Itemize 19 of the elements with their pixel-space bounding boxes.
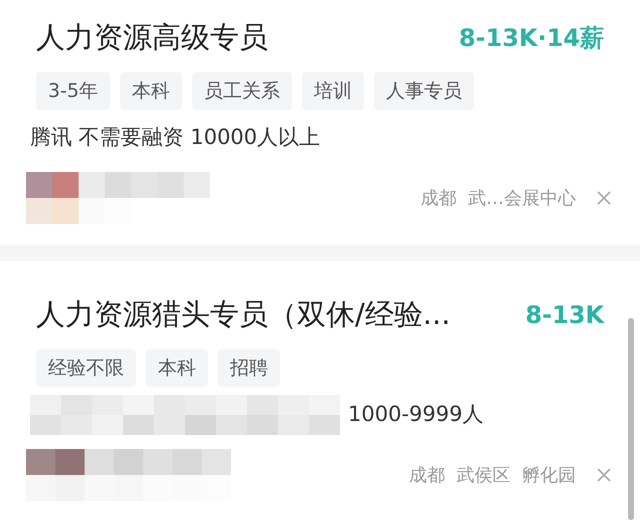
location: 成都 武侯区 孵化园 <box>409 464 576 488</box>
tag: 经验不限 <box>36 349 136 387</box>
tag: 人事专员 <box>374 72 474 110</box>
tag: 员工关系 <box>192 72 292 110</box>
salary: 8-13K <box>525 300 604 331</box>
close-icon[interactable] <box>596 190 612 206</box>
company-info: 腾讯 不需要融资 10000人以上 <box>30 124 320 152</box>
tag: 本科 <box>120 72 182 110</box>
scrollbar[interactable] <box>628 318 634 520</box>
job-title[interactable]: 人力资源猎头专员（双休/经验... <box>36 293 450 337</box>
job-title[interactable]: 人力资源高级专员 <box>36 16 268 60</box>
tag: 3-5年 <box>36 72 110 110</box>
tag: 招聘 <box>218 349 280 387</box>
tag: 本科 <box>146 349 208 387</box>
close-icon[interactable] <box>596 467 612 483</box>
location: 成都 武…会展中心 <box>420 186 576 210</box>
salary: 8-13K·14薪 <box>458 23 604 54</box>
tag: 培训 <box>302 72 364 110</box>
company-info: 1000-9999人 <box>348 401 484 428</box>
